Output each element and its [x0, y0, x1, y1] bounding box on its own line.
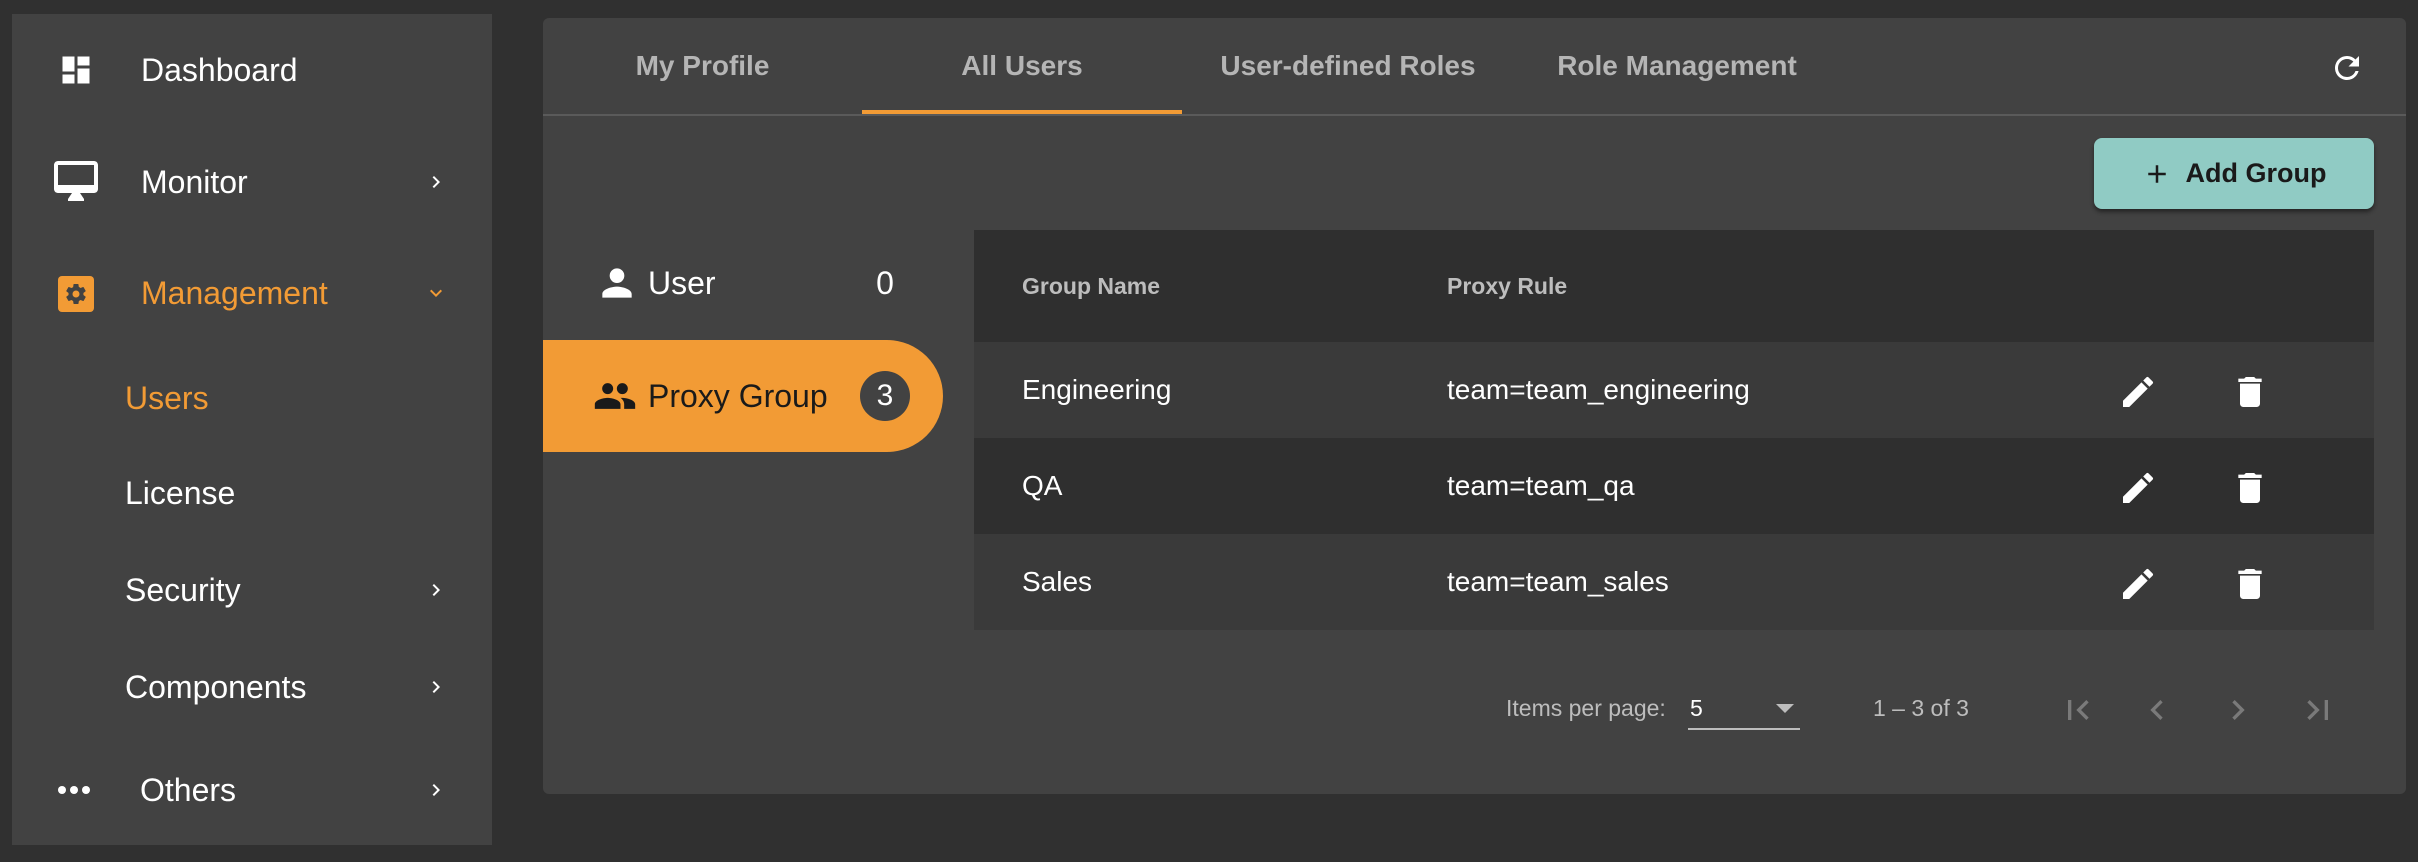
tab-label: All Users — [961, 50, 1083, 81]
tab-my-profile[interactable]: My Profile — [543, 18, 862, 114]
first-page-icon[interactable] — [2058, 690, 2098, 730]
sidebar-item-label: Monitor — [141, 164, 248, 200]
entity-count: 0 — [876, 265, 894, 301]
edit-icon[interactable] — [2118, 564, 2158, 604]
sidebar-item-users[interactable]: Users — [12, 353, 492, 443]
tab-label: Role Management — [1557, 50, 1797, 81]
paginator: Items per page: 5 1 – 3 of 3 — [543, 680, 2406, 736]
chevron-right-icon — [432, 681, 440, 693]
entity-proxy-group[interactable]: Proxy Group 3 — [543, 340, 943, 452]
sidebar-item-monitor[interactable]: Monitor — [12, 137, 492, 227]
column-header-proxy-rule[interactable]: Proxy Rule — [1447, 230, 1567, 342]
tab-label: My Profile — [635, 50, 770, 81]
chevron-down-icon — [430, 289, 442, 297]
items-per-page-value: 5 — [1690, 695, 1703, 721]
sidebar-item-components[interactable]: Components — [12, 642, 492, 732]
monitor-icon — [54, 161, 98, 201]
column-header-group-name[interactable]: Group Name — [1022, 230, 1160, 342]
sidebar: Dashboard Monitor Management Users Licen… — [12, 14, 492, 845]
refresh-icon[interactable] — [2329, 50, 2365, 86]
dashboard-icon — [62, 56, 90, 84]
sidebar-item-others[interactable]: Others — [12, 745, 492, 835]
dropdown-arrow-icon — [1776, 704, 1794, 713]
person-icon — [602, 268, 632, 298]
tab-divider — [543, 114, 2406, 116]
cell-group-name: Sales — [1022, 566, 1093, 597]
more-horiz-icon — [58, 786, 90, 794]
delete-icon[interactable] — [2230, 564, 2270, 604]
sidebar-item-management[interactable]: Management — [12, 248, 492, 338]
plus-icon — [2147, 164, 2166, 183]
sidebar-item-label: Security — [125, 572, 241, 608]
previous-page-icon[interactable] — [2137, 690, 2177, 730]
tab-all-users[interactable]: All Users — [862, 18, 1182, 114]
edit-icon[interactable] — [2118, 468, 2158, 508]
sidebar-item-label: License — [125, 475, 236, 511]
cell-group-name: QA — [1022, 470, 1063, 501]
cell-group-name: Engineering — [1022, 374, 1172, 405]
last-page-icon[interactable] — [2298, 690, 2338, 730]
edit-icon[interactable] — [2118, 372, 2158, 412]
add-group-label: Add Group — [2185, 158, 2327, 188]
sidebar-item-security[interactable]: Security — [12, 545, 492, 635]
table-header: Group Name Proxy Rule — [974, 230, 2374, 342]
entity-label: Proxy Group — [648, 378, 828, 414]
items-per-page-label: Items per page: — [1506, 695, 1666, 721]
cell-proxy-rule: team=team_sales — [1447, 566, 1669, 597]
chevron-right-icon — [432, 784, 440, 796]
table-row: Sales team=team_sales — [974, 534, 2374, 630]
table-row: QA team=team_qa — [974, 438, 2374, 534]
sidebar-item-label: Dashboard — [141, 52, 298, 88]
tab-bar: My Profile All Users User-defined Roles … — [543, 18, 2406, 115]
sidebar-item-label: Components — [125, 669, 307, 705]
next-page-icon[interactable] — [2218, 690, 2258, 730]
sidebar-item-dashboard[interactable]: Dashboard — [12, 25, 492, 115]
entity-label: User — [648, 265, 716, 301]
gear-icon — [58, 276, 94, 312]
range-label: 1 – 3 of 3 — [1873, 695, 1969, 721]
count-badge: 3 — [860, 371, 910, 421]
users-card: My Profile All Users User-defined Roles … — [543, 18, 2406, 794]
tab-user-defined-roles[interactable]: User-defined Roles — [1182, 18, 1514, 114]
cell-proxy-rule: team=team_engineering — [1447, 374, 1750, 405]
table-row: Engineering team=team_engineering — [974, 342, 2374, 438]
sidebar-item-license[interactable]: License — [12, 448, 492, 538]
entity-user[interactable]: User 0 — [543, 227, 943, 339]
chevron-right-icon — [432, 176, 440, 188]
sidebar-item-label: Management — [141, 275, 328, 311]
add-group-button[interactable]: Add Group — [2094, 138, 2374, 209]
sidebar-item-label: Users — [125, 380, 209, 416]
group-icon — [594, 383, 636, 409]
proxy-group-table: Group Name Proxy Rule Engineering team=t… — [974, 230, 2374, 630]
tab-label: User-defined Roles — [1220, 50, 1476, 81]
cell-proxy-rule: team=team_qa — [1447, 470, 1635, 501]
tab-role-management[interactable]: Role Management — [1514, 18, 1840, 114]
chevron-right-icon — [432, 584, 440, 596]
delete-icon[interactable] — [2230, 372, 2270, 412]
items-per-page-select[interactable]: 5 — [1688, 690, 1800, 730]
delete-icon[interactable] — [2230, 468, 2270, 508]
sidebar-item-label: Others — [140, 772, 237, 808]
